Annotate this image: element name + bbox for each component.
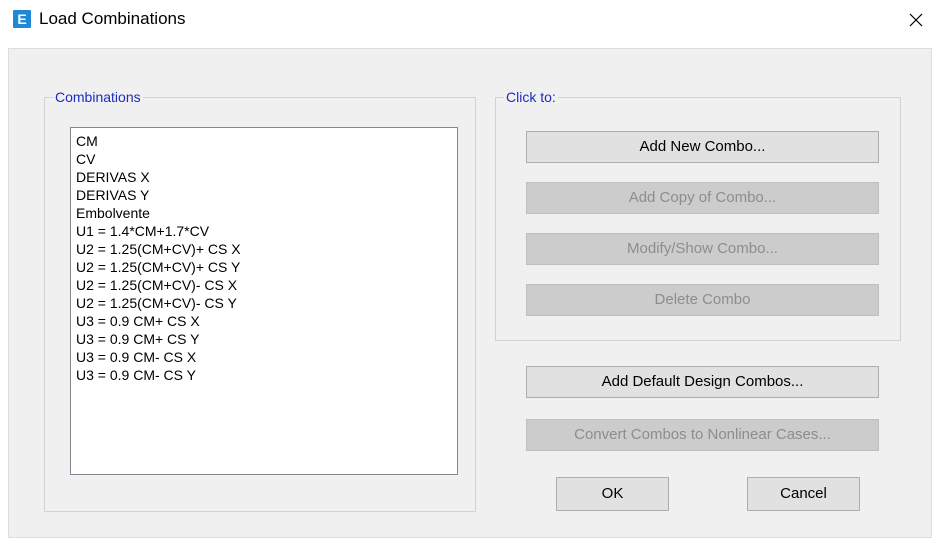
list-item[interactable]: Embolvente [76, 204, 452, 222]
list-item[interactable]: CM [76, 132, 452, 150]
window-title: Load Combinations [39, 9, 186, 28]
cancel-button[interactable]: Cancel [747, 477, 860, 511]
modify-show-combo-button[interactable]: Modify/Show Combo... [526, 233, 879, 265]
list-item[interactable]: U3 = 0.9 CM- CS X [76, 348, 452, 366]
list-item[interactable]: U1 = 1.4*CM+1.7*CV [76, 222, 452, 240]
delete-combo-button[interactable]: Delete Combo [526, 284, 879, 316]
list-item[interactable]: U3 = 0.9 CM+ CS Y [76, 330, 452, 348]
add-new-combo-button[interactable]: Add New Combo... [526, 131, 879, 163]
ok-button[interactable]: OK [556, 477, 669, 511]
close-icon [909, 13, 923, 27]
list-item[interactable]: U2 = 1.25(CM+CV)+ CS Y [76, 258, 452, 276]
list-item[interactable]: U2 = 1.25(CM+CV)+ CS X [76, 240, 452, 258]
list-item[interactable]: U2 = 1.25(CM+CV)- CS Y [76, 294, 452, 312]
combinations-group-label: Combinations [53, 88, 143, 106]
add-copy-of-combo-button[interactable]: Add Copy of Combo... [526, 182, 879, 214]
list-item[interactable]: U3 = 0.9 CM- CS Y [76, 366, 452, 384]
convert-combos-to-nonlinear-button[interactable]: Convert Combos to Nonlinear Cases... [526, 419, 879, 451]
list-item[interactable]: U2 = 1.25(CM+CV)- CS X [76, 276, 452, 294]
combinations-listbox[interactable]: CM CV DERIVAS X DERIVAS Y Embolvente U1 … [70, 127, 458, 475]
list-item[interactable]: CV [76, 150, 452, 168]
click-to-group-label: Click to: [504, 88, 558, 106]
title-bar: E Load Combinations [0, 0, 939, 40]
list-item[interactable]: DERIVAS Y [76, 186, 452, 204]
close-button[interactable] [893, 0, 939, 40]
load-combinations-dialog: E Load Combinations Combinations CM CV D… [0, 0, 939, 544]
list-item[interactable]: U3 = 0.9 CM+ CS X [76, 312, 452, 330]
list-item[interactable]: DERIVAS X [76, 168, 452, 186]
add-default-design-combos-button[interactable]: Add Default Design Combos... [526, 366, 879, 398]
etabs-app-icon: E [13, 10, 31, 28]
